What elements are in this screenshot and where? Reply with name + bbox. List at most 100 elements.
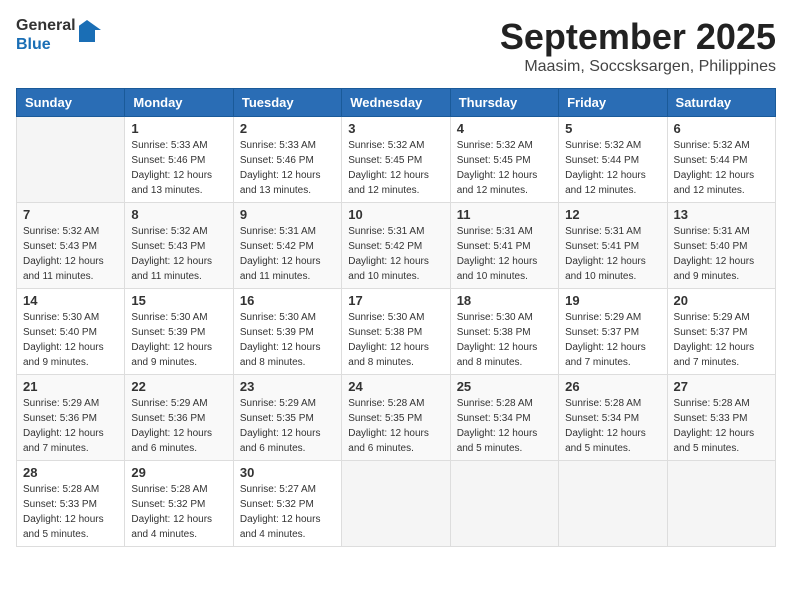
day-header-tuesday: Tuesday: [233, 89, 341, 117]
calendar-cell: 8 Sunrise: 5:32 AMSunset: 5:43 PMDayligh…: [125, 203, 233, 289]
day-info: Sunrise: 5:28 AMSunset: 5:33 PMDaylight:…: [674, 396, 769, 456]
day-number: 28: [23, 465, 118, 480]
calendar-cell: [17, 117, 125, 203]
day-info: Sunrise: 5:27 AMSunset: 5:32 PMDaylight:…: [240, 482, 335, 542]
day-number: 15: [131, 293, 226, 308]
day-info: Sunrise: 5:32 AMSunset: 5:44 PMDaylight:…: [565, 138, 660, 198]
day-number: 14: [23, 293, 118, 308]
calendar-cell: 5 Sunrise: 5:32 AMSunset: 5:44 PMDayligh…: [559, 117, 667, 203]
calendar-cell: 22 Sunrise: 5:29 AMSunset: 5:36 PMDaylig…: [125, 375, 233, 461]
calendar-cell: 15 Sunrise: 5:30 AMSunset: 5:39 PMDaylig…: [125, 289, 233, 375]
day-info: Sunrise: 5:29 AMSunset: 5:37 PMDaylight:…: [565, 310, 660, 370]
calendar-cell: 25 Sunrise: 5:28 AMSunset: 5:34 PMDaylig…: [450, 375, 558, 461]
day-header-thursday: Thursday: [450, 89, 558, 117]
day-info: Sunrise: 5:28 AMSunset: 5:35 PMDaylight:…: [348, 396, 443, 456]
day-info: Sunrise: 5:29 AMSunset: 5:36 PMDaylight:…: [131, 396, 226, 456]
day-number: 18: [457, 293, 552, 308]
day-number: 1: [131, 121, 226, 136]
day-info: Sunrise: 5:28 AMSunset: 5:34 PMDaylight:…: [457, 396, 552, 456]
logo: GeneralBlue: [16, 16, 101, 54]
day-number: 26: [565, 379, 660, 394]
day-number: 9: [240, 207, 335, 222]
logo-arrow-icon: [79, 20, 101, 42]
calendar-cell: 16 Sunrise: 5:30 AMSunset: 5:39 PMDaylig…: [233, 289, 341, 375]
day-number: 29: [131, 465, 226, 480]
calendar-cell: 7 Sunrise: 5:32 AMSunset: 5:43 PMDayligh…: [17, 203, 125, 289]
day-number: 2: [240, 121, 335, 136]
day-info: Sunrise: 5:30 AMSunset: 5:39 PMDaylight:…: [131, 310, 226, 370]
day-info: Sunrise: 5:28 AMSunset: 5:33 PMDaylight:…: [23, 482, 118, 542]
day-number: 21: [23, 379, 118, 394]
day-number: 8: [131, 207, 226, 222]
day-info: Sunrise: 5:30 AMSunset: 5:39 PMDaylight:…: [240, 310, 335, 370]
calendar-cell: 14 Sunrise: 5:30 AMSunset: 5:40 PMDaylig…: [17, 289, 125, 375]
day-info: Sunrise: 5:30 AMSunset: 5:38 PMDaylight:…: [348, 310, 443, 370]
day-info: Sunrise: 5:29 AMSunset: 5:35 PMDaylight:…: [240, 396, 335, 456]
day-info: Sunrise: 5:32 AMSunset: 5:43 PMDaylight:…: [23, 224, 118, 284]
day-header-friday: Friday: [559, 89, 667, 117]
day-number: 10: [348, 207, 443, 222]
day-number: 12: [565, 207, 660, 222]
calendar-cell: [667, 461, 775, 547]
logo-text: GeneralBlue: [16, 16, 76, 54]
location-subtitle: Maasim, Soccsksargen, Philippines: [500, 58, 776, 76]
day-info: Sunrise: 5:31 AMSunset: 5:42 PMDaylight:…: [240, 224, 335, 284]
calendar-cell: 2 Sunrise: 5:33 AMSunset: 5:46 PMDayligh…: [233, 117, 341, 203]
calendar-cell: 30 Sunrise: 5:27 AMSunset: 5:32 PMDaylig…: [233, 461, 341, 547]
day-info: Sunrise: 5:33 AMSunset: 5:46 PMDaylight:…: [240, 138, 335, 198]
calendar-cell: 11 Sunrise: 5:31 AMSunset: 5:41 PMDaylig…: [450, 203, 558, 289]
calendar-cell: 26 Sunrise: 5:28 AMSunset: 5:34 PMDaylig…: [559, 375, 667, 461]
day-number: 3: [348, 121, 443, 136]
day-info: Sunrise: 5:32 AMSunset: 5:45 PMDaylight:…: [457, 138, 552, 198]
day-info: Sunrise: 5:31 AMSunset: 5:42 PMDaylight:…: [348, 224, 443, 284]
day-number: 20: [674, 293, 769, 308]
day-info: Sunrise: 5:29 AMSunset: 5:37 PMDaylight:…: [674, 310, 769, 370]
day-number: 19: [565, 293, 660, 308]
title-section: September 2025 Maasim, Soccsksargen, Phi…: [500, 16, 776, 76]
day-info: Sunrise: 5:32 AMSunset: 5:44 PMDaylight:…: [674, 138, 769, 198]
day-info: Sunrise: 5:30 AMSunset: 5:38 PMDaylight:…: [457, 310, 552, 370]
day-info: Sunrise: 5:29 AMSunset: 5:36 PMDaylight:…: [23, 396, 118, 456]
day-number: 5: [565, 121, 660, 136]
calendar-cell: 18 Sunrise: 5:30 AMSunset: 5:38 PMDaylig…: [450, 289, 558, 375]
day-number: 17: [348, 293, 443, 308]
day-header-saturday: Saturday: [667, 89, 775, 117]
day-number: 6: [674, 121, 769, 136]
calendar-cell: 10 Sunrise: 5:31 AMSunset: 5:42 PMDaylig…: [342, 203, 450, 289]
day-number: 30: [240, 465, 335, 480]
calendar-cell: 27 Sunrise: 5:28 AMSunset: 5:33 PMDaylig…: [667, 375, 775, 461]
day-number: 7: [23, 207, 118, 222]
day-info: Sunrise: 5:30 AMSunset: 5:40 PMDaylight:…: [23, 310, 118, 370]
calendar-cell: 21 Sunrise: 5:29 AMSunset: 5:36 PMDaylig…: [17, 375, 125, 461]
day-number: 11: [457, 207, 552, 222]
day-info: Sunrise: 5:32 AMSunset: 5:45 PMDaylight:…: [348, 138, 443, 198]
calendar-cell: 24 Sunrise: 5:28 AMSunset: 5:35 PMDaylig…: [342, 375, 450, 461]
day-number: 16: [240, 293, 335, 308]
day-number: 27: [674, 379, 769, 394]
calendar-cell: 23 Sunrise: 5:29 AMSunset: 5:35 PMDaylig…: [233, 375, 341, 461]
day-number: 22: [131, 379, 226, 394]
day-number: 24: [348, 379, 443, 394]
day-number: 25: [457, 379, 552, 394]
day-info: Sunrise: 5:28 AMSunset: 5:34 PMDaylight:…: [565, 396, 660, 456]
calendar-cell: 29 Sunrise: 5:28 AMSunset: 5:32 PMDaylig…: [125, 461, 233, 547]
calendar-cell: 17 Sunrise: 5:30 AMSunset: 5:38 PMDaylig…: [342, 289, 450, 375]
day-info: Sunrise: 5:31 AMSunset: 5:41 PMDaylight:…: [457, 224, 552, 284]
calendar-cell: 13 Sunrise: 5:31 AMSunset: 5:40 PMDaylig…: [667, 203, 775, 289]
day-info: Sunrise: 5:32 AMSunset: 5:43 PMDaylight:…: [131, 224, 226, 284]
calendar-table: SundayMondayTuesdayWednesdayThursdayFrid…: [16, 88, 776, 547]
calendar-cell: 6 Sunrise: 5:32 AMSunset: 5:44 PMDayligh…: [667, 117, 775, 203]
calendar-cell: 9 Sunrise: 5:31 AMSunset: 5:42 PMDayligh…: [233, 203, 341, 289]
day-info: Sunrise: 5:31 AMSunset: 5:41 PMDaylight:…: [565, 224, 660, 284]
day-header-monday: Monday: [125, 89, 233, 117]
calendar-cell: 12 Sunrise: 5:31 AMSunset: 5:41 PMDaylig…: [559, 203, 667, 289]
calendar-cell: 1 Sunrise: 5:33 AMSunset: 5:46 PMDayligh…: [125, 117, 233, 203]
day-info: Sunrise: 5:31 AMSunset: 5:40 PMDaylight:…: [674, 224, 769, 284]
calendar-cell: 19 Sunrise: 5:29 AMSunset: 5:37 PMDaylig…: [559, 289, 667, 375]
calendar-cell: 3 Sunrise: 5:32 AMSunset: 5:45 PMDayligh…: [342, 117, 450, 203]
calendar-cell: [559, 461, 667, 547]
logo-text-block: GeneralBlue: [16, 16, 101, 54]
calendar-cell: [450, 461, 558, 547]
day-number: 4: [457, 121, 552, 136]
day-info: Sunrise: 5:33 AMSunset: 5:46 PMDaylight:…: [131, 138, 226, 198]
